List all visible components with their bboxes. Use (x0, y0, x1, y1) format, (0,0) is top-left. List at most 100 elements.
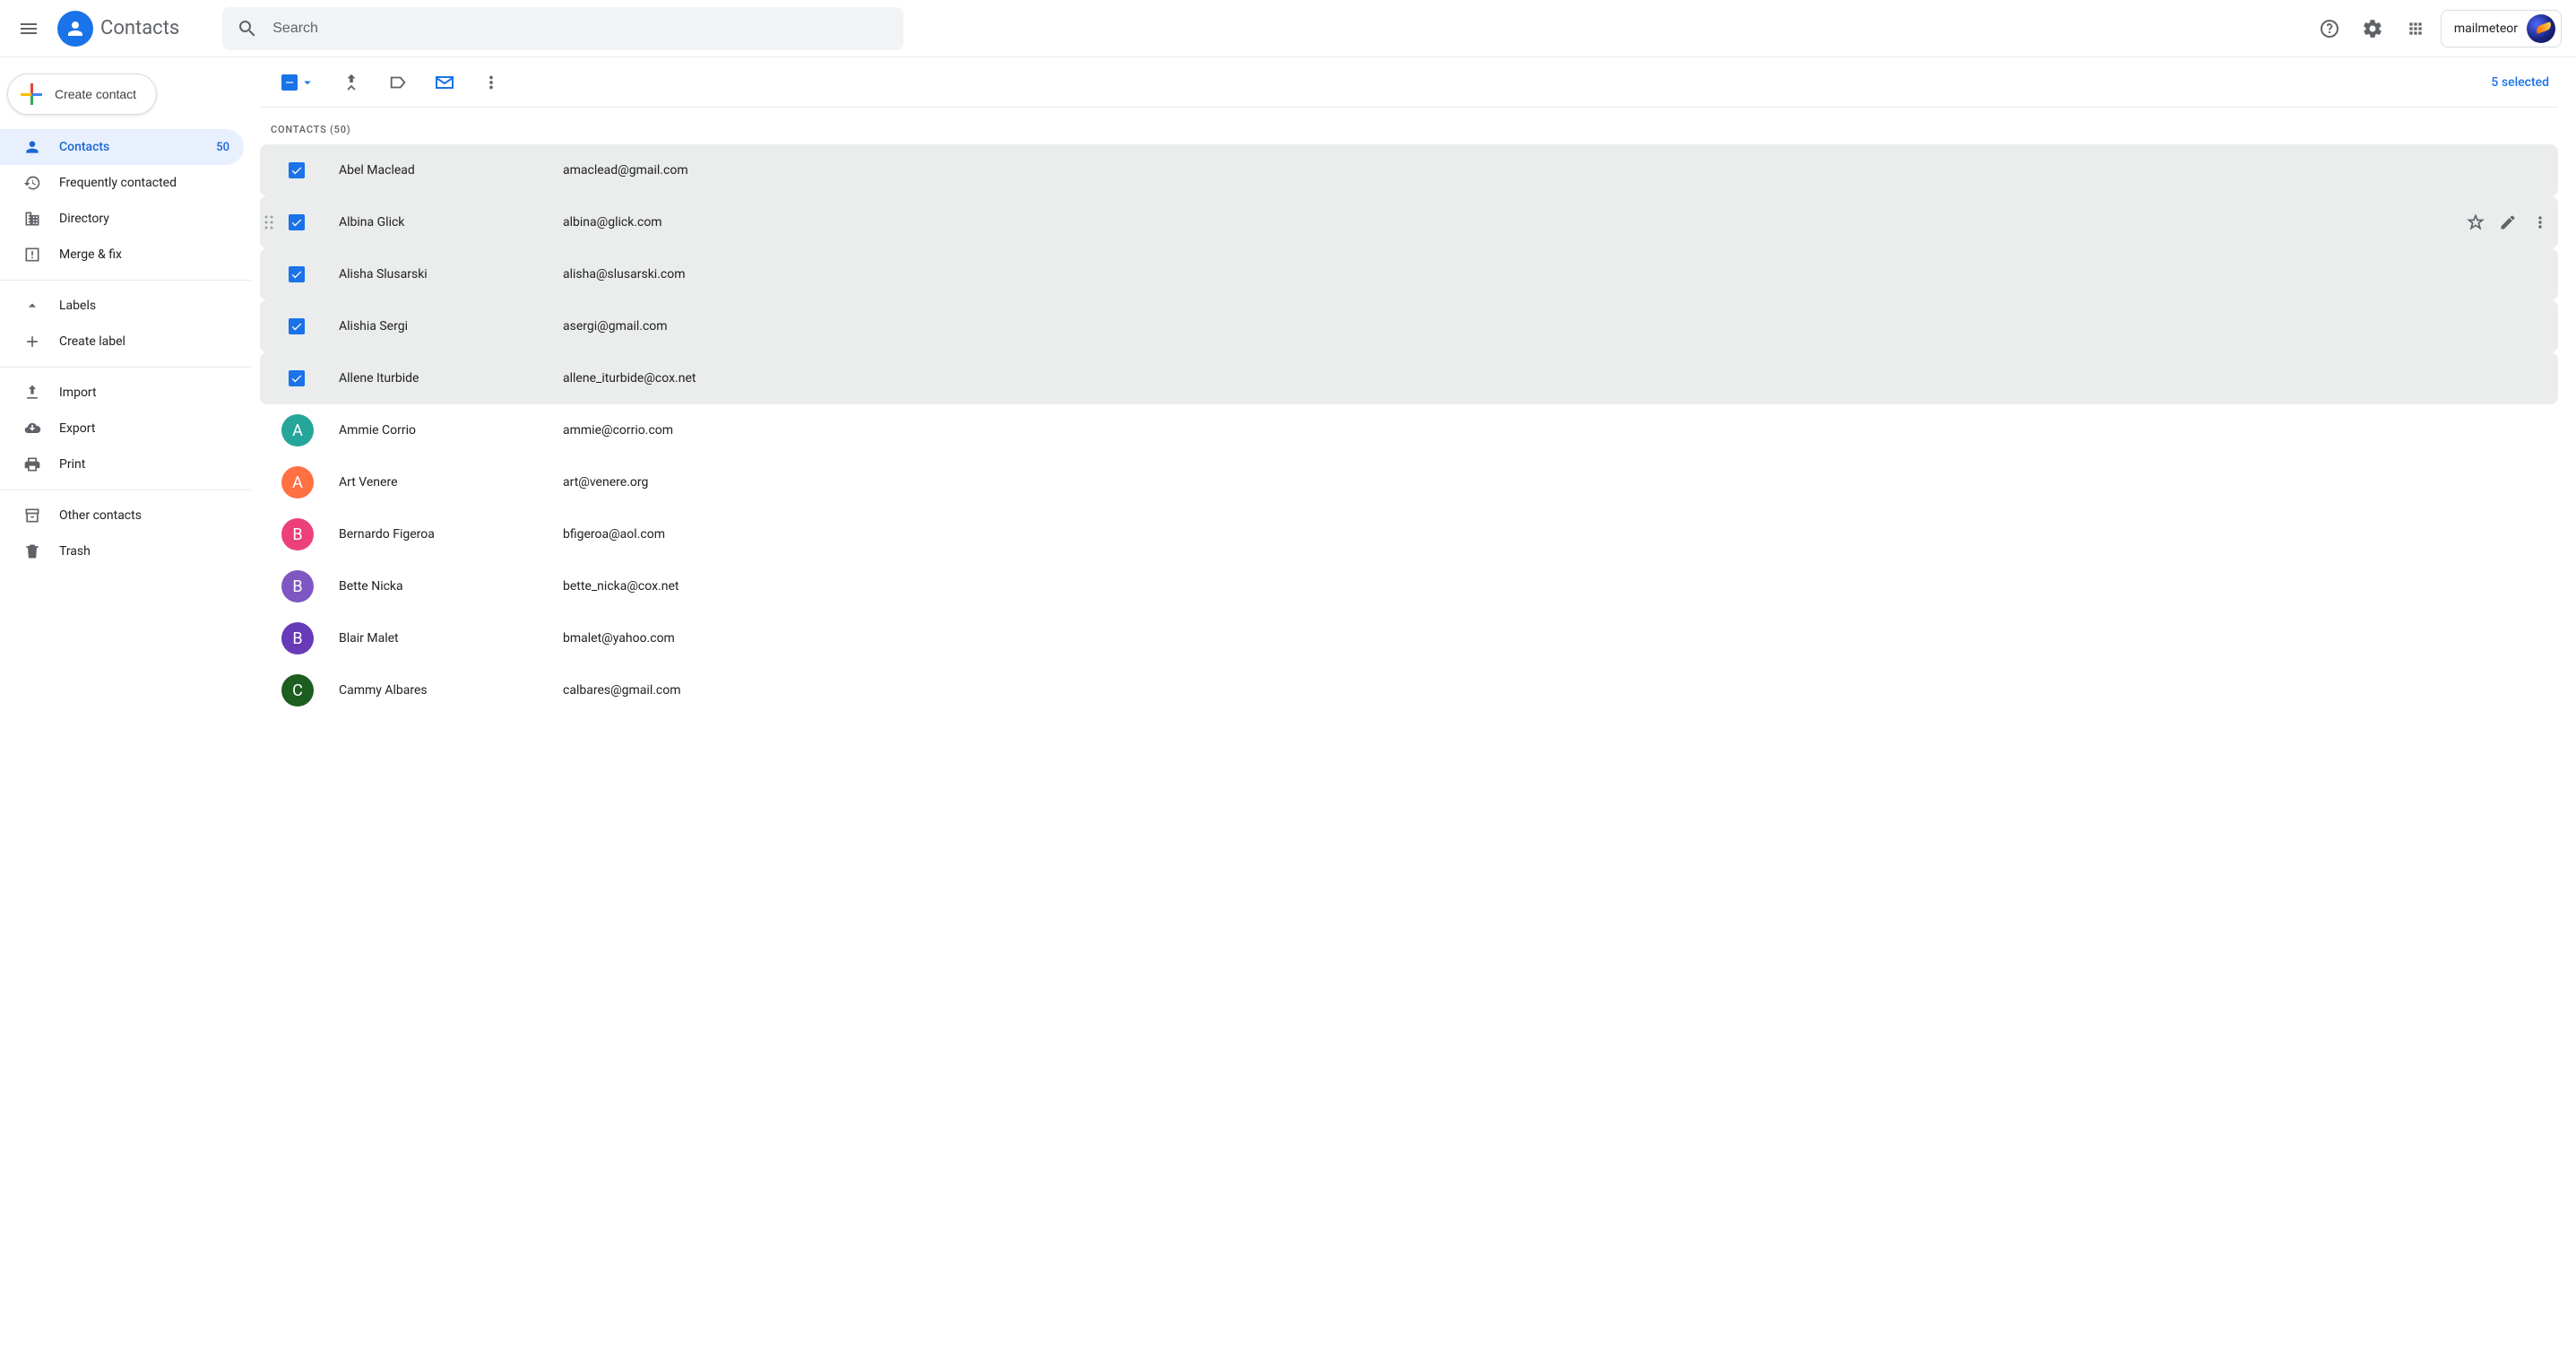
contact-row[interactable]: CCammy Albarescalbares@gmail.com (260, 664, 2558, 716)
contact-email: allene_iturbide@cox.net (563, 371, 696, 386)
help-button[interactable] (2312, 11, 2347, 47)
contact-avatar[interactable]: B (281, 570, 314, 602)
contact-email: bmalet@yahoo.com (563, 631, 675, 646)
header-actions: mailmeteor (2312, 10, 2562, 48)
sidebar-item-label: Merge & fix (59, 247, 229, 262)
row-checkbox-checked-icon[interactable] (289, 162, 305, 178)
sidebar-item-print[interactable]: Print (0, 446, 244, 482)
sidebar-item-other-contacts[interactable]: Other contacts (0, 498, 244, 533)
contact-avatar[interactable]: A (281, 414, 314, 446)
contact-email: bfigeroa@aol.com (563, 527, 665, 542)
contact-email: amaclead@gmail.com (563, 163, 688, 178)
contact-row[interactable]: Albina Glickalbina@glick.com (260, 196, 2558, 248)
contacts-section-header: CONTACTS (50) (260, 108, 2558, 144)
sidebar-item-contacts[interactable]: Contacts50 (0, 129, 244, 165)
contact-row[interactable]: Abel Macleadamaclead@gmail.com (260, 144, 2558, 196)
app-title: Contacts (100, 17, 179, 39)
contact-avatar[interactable]: B (281, 518, 314, 550)
sidebar-item-label: Trash (59, 544, 229, 559)
search-bar[interactable] (222, 7, 903, 50)
contact-name: Bernardo Figeroa (339, 527, 563, 542)
selection-toggle[interactable] (281, 74, 316, 91)
hamburger-icon (18, 18, 39, 39)
email-icon (434, 72, 455, 93)
email-button[interactable] (434, 72, 455, 93)
contact-avatar[interactable]: C (281, 674, 314, 707)
drag-handle-icon[interactable] (264, 214, 274, 230)
sidebar-item-merge-fix[interactable]: Merge & fix (0, 237, 244, 273)
contact-name: Ammie Corrio (339, 423, 563, 438)
contact-row[interactable]: B Bernardo Figeroabfigeroa@aol.com (260, 508, 2558, 560)
contact-email: bette_nicka@cox.net (563, 579, 679, 594)
pencil-icon (2499, 213, 2517, 231)
contact-name: Art Venere (339, 475, 563, 490)
contact-row[interactable]: Alishia Sergiasergi@gmail.com (260, 300, 2558, 352)
sidebar-item-label: Import (59, 386, 229, 400)
contact-avatar[interactable]: B (281, 622, 314, 654)
more-vert-icon (481, 73, 501, 92)
sidebar-item-trash[interactable]: Trash (0, 533, 244, 569)
apps-grid-icon (2407, 20, 2425, 38)
label-button[interactable] (387, 72, 409, 93)
contact-row[interactable]: AAmmie Corrioammie@corrio.com (260, 404, 2558, 456)
apps-button[interactable] (2398, 11, 2433, 47)
print-icon (23, 455, 41, 473)
contact-name: Alishia Sergi (339, 319, 563, 334)
contact-row[interactable]: B Blair Maletbmalet@yahoo.com (260, 612, 2558, 664)
person-icon (23, 138, 41, 156)
contact-email: alisha@slusarski.com (563, 267, 686, 282)
contact-name: Allene Iturbide (339, 371, 563, 386)
row-more-button[interactable] (2531, 213, 2549, 231)
row-checkbox-checked-icon[interactable] (289, 318, 305, 334)
row-hover-actions (2467, 213, 2549, 231)
edit-button[interactable] (2499, 213, 2517, 231)
sidebar-item-label: Directory (59, 212, 229, 226)
app-logo-area: Contacts (57, 11, 179, 47)
row-checkbox-checked-icon[interactable] (289, 370, 305, 386)
contact-name: Abel Maclead (339, 163, 563, 178)
sidebar-item-export[interactable]: Export (0, 411, 244, 446)
sidebar-item-label: Contacts (59, 140, 198, 154)
sidebar: Create contact Contacts50 Frequently cont… (0, 57, 251, 1361)
more-vert-icon (2531, 213, 2549, 231)
contact-row[interactable]: A Art Venereart@venere.org (260, 456, 2558, 508)
more-actions-button[interactable] (480, 72, 502, 93)
merge-button[interactable] (341, 72, 362, 93)
search-icon (237, 18, 258, 39)
create-contact-button[interactable]: Create contact (7, 74, 157, 115)
create-label-button[interactable]: Create label (0, 324, 244, 360)
star-button[interactable] (2467, 213, 2485, 231)
account-avatar-icon (2527, 14, 2555, 43)
account-label: mailmeteor (2454, 22, 2518, 36)
label-icon (388, 73, 408, 92)
sidebar-item-import[interactable]: Import (0, 375, 244, 411)
labels-header-label: Labels (59, 299, 229, 313)
contact-row[interactable]: Allene Iturbideallene_iturbide@cox.net (260, 352, 2558, 404)
add-icon (23, 333, 41, 351)
labels-toggle[interactable]: Labels (0, 288, 244, 324)
archive-icon (23, 507, 41, 524)
contact-avatar[interactable]: A (281, 466, 314, 498)
row-checkbox-checked-icon[interactable] (289, 214, 305, 230)
row-checkbox-checked-icon[interactable] (289, 266, 305, 282)
sidebar-item-label: Export (59, 421, 229, 436)
contact-email: art@venere.org (563, 475, 648, 490)
contact-row[interactable]: Alisha Slusarskialisha@slusarski.com (260, 248, 2558, 300)
sidebar-item-frequently-contacted[interactable]: Frequently contacted (0, 165, 244, 201)
settings-button[interactable] (2355, 11, 2390, 47)
account-chip[interactable]: mailmeteor (2441, 10, 2562, 48)
content-area: 5 selected CONTACTS (50) Abel Macleadama… (251, 57, 2576, 1361)
contact-name: Blair Malet (339, 631, 563, 646)
trash-icon (23, 542, 41, 560)
contact-name: Cammy Albares (339, 683, 563, 698)
sidebar-item-label: Frequently contacted (59, 176, 229, 190)
contact-name: Albina Glick (339, 215, 563, 230)
chevron-up-icon (23, 297, 41, 315)
cloud-download-icon (23, 420, 41, 438)
sidebar-item-directory[interactable]: Directory (0, 201, 244, 237)
contact-email: albina@glick.com (563, 215, 662, 230)
contact-row[interactable]: BBette Nickabette_nicka@cox.net (260, 560, 2558, 612)
plus-icon (21, 83, 42, 105)
main-menu-button[interactable] (7, 7, 50, 50)
search-input[interactable] (272, 21, 889, 37)
